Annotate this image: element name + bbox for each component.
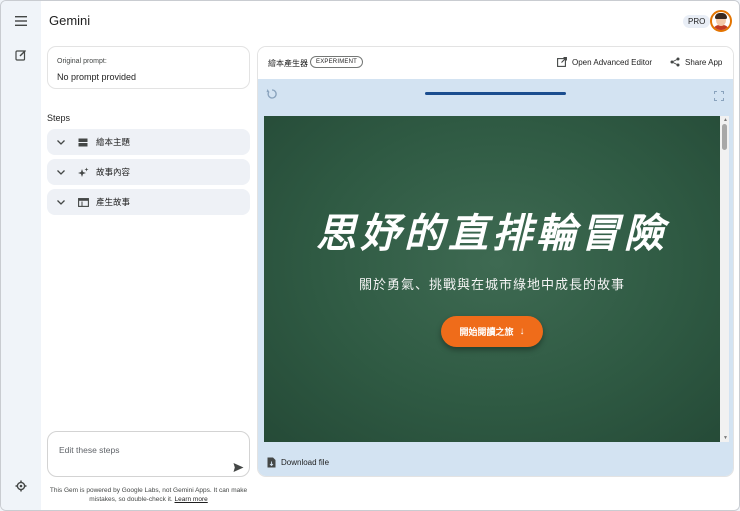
story-headline: 思妤的直排輪冒險 bbox=[316, 210, 668, 257]
step-label: 繪本主題 bbox=[96, 137, 131, 147]
original-prompt-value: No prompt provided bbox=[57, 72, 137, 82]
file-download-icon bbox=[267, 457, 276, 468]
web-window-icon bbox=[77, 197, 89, 207]
storybook-canvas: 思妤的直排輪冒險 關於勇氣、挑戰與在城市綠地中成長的故事 開始閱讀之旅 ↓ ▲ … bbox=[264, 116, 729, 442]
step-label: 產生故事 bbox=[96, 197, 131, 207]
send-icon[interactable] bbox=[233, 460, 244, 472]
chevron-down-icon bbox=[57, 168, 67, 177]
download-file-label: Download file bbox=[281, 458, 330, 467]
panel-header: 繪本產生器 EXPERIMENT Open Advanced Editor Sh… bbox=[258, 47, 733, 79]
step-label: 故事內容 bbox=[96, 167, 131, 177]
steps-heading: Steps bbox=[47, 113, 71, 123]
experiment-badge: EXPERIMENT bbox=[310, 56, 364, 68]
preview-toolbar bbox=[258, 79, 733, 109]
start-reading-label: 開始閱讀之旅 bbox=[459, 327, 514, 337]
menu-icon[interactable] bbox=[13, 13, 29, 29]
open-advanced-editor-button[interactable]: Open Advanced Editor bbox=[557, 57, 652, 67]
open-external-icon bbox=[557, 57, 567, 67]
main-area: Gemini PRO Original prompt: No prompt pr… bbox=[41, 1, 739, 510]
disclaimer-text: This Gem is powered by Google Labs, not … bbox=[49, 487, 248, 503]
scroll-up-icon[interactable]: ▲ bbox=[723, 117, 728, 123]
refresh-icon[interactable] bbox=[266, 87, 278, 99]
avatar-hair bbox=[715, 13, 727, 19]
step-item-theme[interactable]: 繪本主題 bbox=[47, 129, 250, 155]
settings-icon[interactable] bbox=[13, 478, 29, 494]
app-window: Gemini PRO Original prompt: No prompt pr… bbox=[0, 0, 740, 511]
chevron-down-icon bbox=[57, 198, 67, 207]
share-app-label: Share App bbox=[685, 57, 723, 67]
app-title: Gemini bbox=[49, 13, 91, 28]
panel-title: 繪本產生器 bbox=[268, 59, 308, 68]
share-app-button[interactable]: Share App bbox=[670, 57, 722, 67]
download-file-button[interactable]: Download file bbox=[267, 457, 329, 468]
pro-badge: PRO bbox=[683, 15, 711, 28]
preview-body: 思妤的直排輪冒險 關於勇氣、挑戰與在城市綠地中成長的故事 開始閱讀之旅 ↓ ▲ … bbox=[258, 79, 733, 476]
scroll-down-icon[interactable]: ▼ bbox=[723, 435, 728, 441]
fullscreen-icon[interactable] bbox=[713, 88, 725, 102]
new-chat-icon[interactable] bbox=[13, 47, 29, 63]
learn-more-link[interactable]: Learn more bbox=[175, 496, 208, 503]
app-preview-panel: 繪本產生器 EXPERIMENT Open Advanced Editor Sh… bbox=[257, 46, 734, 477]
disclaimer: This Gem is powered by Google Labs, not … bbox=[47, 486, 250, 504]
left-rail bbox=[1, 1, 41, 510]
arrow-down-icon: ↓ bbox=[519, 326, 525, 337]
step-item-generate-story[interactable]: 產生故事 bbox=[47, 189, 250, 215]
sparkle-icon bbox=[77, 167, 89, 178]
scrollbar[interactable]: ▲ ▼ bbox=[720, 116, 729, 442]
loading-progress-bar bbox=[425, 92, 566, 95]
original-prompt-label: Original prompt: bbox=[57, 58, 107, 65]
scrollbar-thumb[interactable] bbox=[722, 124, 727, 150]
layout-icon bbox=[77, 138, 89, 147]
original-prompt-card: Original prompt: No prompt provided bbox=[47, 46, 250, 89]
chevron-down-icon bbox=[57, 138, 67, 147]
story-subtitle: 關於勇氣、挑戰與在城市綠地中成長的故事 bbox=[358, 277, 625, 292]
step-item-story-content[interactable]: 故事內容 bbox=[47, 159, 250, 185]
avatar-shirt bbox=[713, 25, 729, 30]
start-reading-button[interactable]: 開始閱讀之旅 ↓ bbox=[441, 316, 543, 347]
open-advanced-editor-label: Open Advanced Editor bbox=[572, 57, 653, 67]
avatar[interactable] bbox=[710, 10, 732, 32]
share-icon bbox=[670, 57, 680, 67]
edit-steps-input[interactable]: Edit these steps bbox=[47, 431, 250, 477]
edit-steps-placeholder: Edit these steps bbox=[59, 445, 120, 455]
